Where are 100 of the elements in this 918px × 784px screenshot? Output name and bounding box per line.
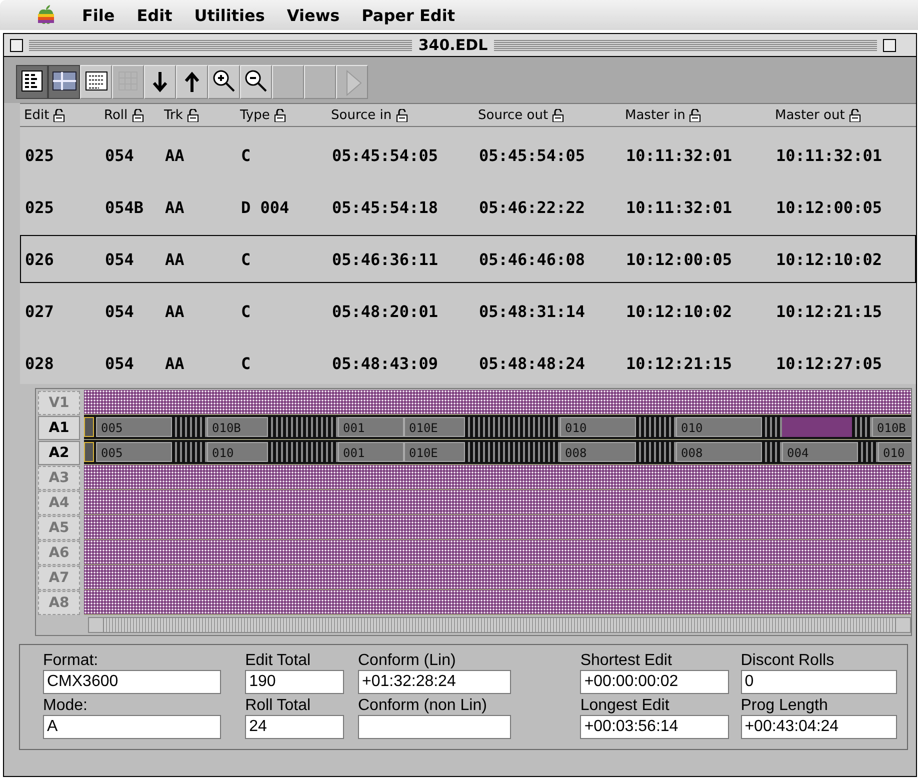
table-cell-text: C — [240, 146, 252, 164]
table-cell-text: 10:12:10:02 — [625, 302, 733, 320]
table-cell-text: 054 — [104, 354, 135, 372]
column-header[interactable]: Master in — [621, 108, 771, 122]
clip[interactable]: 010E — [404, 442, 465, 462]
column-header[interactable]: Type — [236, 108, 327, 122]
clip-handle[interactable] — [84, 417, 94, 437]
field-label: Edit Total — [245, 651, 312, 670]
table-cell-text: 10:12:00:05 — [625, 250, 733, 268]
menu-item[interactable]: Paper Edit — [360, 4, 457, 26]
input-field[interactable]: 190 — [245, 670, 344, 694]
clip[interactable]: 008 — [560, 442, 636, 462]
clip[interactable]: 010B — [872, 417, 911, 437]
column-header[interactable]: Trk — [160, 108, 236, 122]
table-cell-text: 054 — [104, 250, 135, 268]
input-field[interactable]: A — [43, 715, 222, 739]
table-cell-text: C — [240, 250, 252, 268]
field-label: Format: — [43, 651, 100, 670]
transition-marks — [636, 417, 676, 437]
input-field[interactable]: +00:00:00:02 — [580, 670, 729, 694]
clip-handle[interactable] — [84, 442, 94, 462]
input-field[interactable]: 0 — [740, 670, 897, 694]
table-cell-text: AA — [164, 250, 186, 268]
menu-item[interactable]: Views — [284, 4, 342, 26]
transition-marks — [172, 417, 207, 437]
table-cell-text: AA — [164, 198, 186, 216]
track-label[interactable]: A1 — [38, 416, 80, 440]
clip[interactable]: 005 — [96, 442, 172, 462]
apple-menu-icon[interactable] — [36, 4, 56, 26]
table-cell-text: 025 — [24, 146, 55, 164]
clip[interactable]: 001 — [338, 417, 404, 437]
input-field[interactable]: +01:32:28:24 — [358, 670, 512, 694]
menu-item[interactable]: Utilities — [192, 4, 267, 26]
input-field[interactable] — [358, 715, 512, 739]
column-header[interactable]: Roll — [100, 108, 160, 122]
table-cell-text: 10:12:10:02 — [775, 250, 883, 268]
input-field[interactable]: +00:03:56:14 — [580, 715, 729, 739]
clip[interactable]: 005 — [96, 417, 172, 437]
collapse-box[interactable] — [883, 38, 896, 52]
lock-icon — [689, 108, 702, 122]
toolbar-button[interactable] — [16, 65, 48, 99]
input-field[interactable]: 24 — [245, 715, 344, 739]
table-cell-text: C — [240, 354, 252, 372]
table-row[interactable]: 025 054B AA D 004 05:45:54:18 05:46:22:22 10:11:32:01 10:12:00:05 — [20, 183, 916, 231]
close-box[interactable] — [10, 38, 23, 52]
table-cell-text: 026 — [24, 250, 55, 268]
column-header[interactable]: Source in — [327, 108, 474, 122]
lock-icon — [132, 108, 144, 122]
lock-icon — [848, 108, 861, 122]
input-field[interactable]: CMX3600 — [43, 670, 222, 694]
transition-marks — [636, 442, 676, 462]
table-cell-text: 05:46:36:11 — [331, 250, 439, 268]
selected-row[interactable]: 026 054 AA C 05:46:36:11 05:46:46:08 10:12:00:05 10:12:10:02 — [20, 235, 916, 283]
track-label[interactable]: A2 — [38, 441, 80, 465]
table-row[interactable]: 025 054 AA C 05:45:54:05 05:45:54:05 10:11:32:01 10:11:32:01 — [20, 131, 916, 179]
table-row[interactable]: 027 054 AA C 05:48:20:01 05:48:31:14 10:12:10:02 10:12:21:15 — [20, 287, 916, 335]
clip[interactable]: 010B — [207, 417, 268, 437]
table-row[interactable]: 028 054 AA C 05:48:43:09 05:48:48:24 10:12:21:15 10:12:27:05 — [20, 339, 916, 387]
table-cell-text: C — [240, 302, 252, 320]
lock-icon — [396, 108, 408, 122]
table-cell-text: 054 — [104, 302, 135, 320]
toolbar-button[interactable] — [48, 65, 80, 99]
column-header[interactable]: Edit — [20, 108, 100, 122]
table-cell-text: 10:11:32:01 — [625, 146, 733, 164]
table-cell-text: 10:12:21:15 — [775, 302, 883, 320]
clip[interactable]: 010 — [560, 417, 636, 437]
table-cell-text: 05:46:22:22 — [478, 198, 586, 216]
clip[interactable]: 010 — [207, 442, 268, 462]
table-cell-text: 05:48:48:24 — [478, 354, 586, 372]
clip[interactable]: 010E — [404, 417, 465, 437]
table-cell-text: AA — [164, 302, 186, 320]
field-label: Mode: — [43, 696, 88, 715]
clip[interactable]: 001 — [338, 442, 404, 462]
field-label: Longest Edit — [580, 696, 670, 715]
table-cell-text: 05:48:20:01 — [331, 302, 439, 320]
table-cell-text: 05:45:54:05 — [331, 146, 439, 164]
transition-marks — [762, 417, 782, 437]
field-label: Conform (non Lin) — [358, 696, 488, 715]
clip[interactable]: 010 — [878, 442, 911, 462]
table-cell-text: 05:48:43:09 — [331, 354, 439, 372]
column-header[interactable]: Source out — [474, 108, 621, 122]
transition-marks — [858, 442, 878, 462]
column-header[interactable]: Master out — [771, 108, 906, 122]
table-cell-text: 05:45:54:05 — [478, 146, 586, 164]
table-cell-text: 05:45:54:18 — [331, 198, 439, 216]
table-cell-text: 05:46:46:08 — [478, 250, 586, 268]
table-cell-text: 054B — [104, 198, 145, 216]
clip[interactable]: 010 — [676, 417, 762, 437]
clip[interactable]: 004 — [782, 442, 858, 462]
clip[interactable]: 008 — [676, 442, 762, 462]
input-field[interactable]: +00:43:04:24 — [740, 715, 897, 739]
table-cell-text: 10:11:32:01 — [775, 146, 883, 164]
transition-marks — [268, 442, 338, 462]
table-cell-text: 028 — [24, 354, 55, 372]
menu-item[interactable]: Edit — [134, 4, 174, 26]
transition-marks — [268, 417, 338, 437]
menu-item[interactable]: File — [80, 4, 117, 26]
table-cell-text: D 004 — [240, 198, 290, 216]
lock-icon — [274, 108, 286, 122]
transition-marks — [762, 442, 782, 462]
